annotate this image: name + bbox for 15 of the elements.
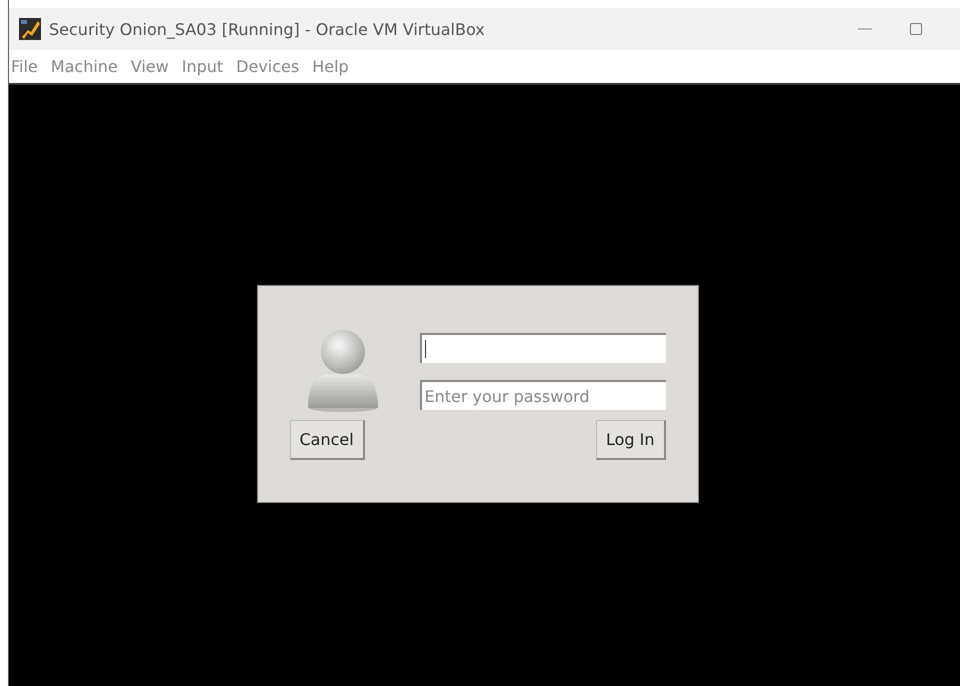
minimize-icon[interactable] [858, 28, 872, 30]
menu-item[interactable]: View [130, 57, 169, 76]
menu-item[interactable]: Help [312, 57, 349, 76]
app-icon [19, 18, 41, 40]
login-button[interactable]: Log In [596, 420, 666, 460]
menu-item[interactable]: Devices [236, 57, 300, 76]
username-field[interactable] [420, 333, 666, 363]
menu-item[interactable]: Machine [50, 57, 118, 76]
window-title: Security Onion_SA03 [Running] - Oracle VM VirtualBox [49, 20, 485, 38]
menu-item[interactable]: Input [182, 57, 224, 76]
maximize-icon[interactable] [910, 23, 922, 35]
menu-item[interactable]: File [11, 57, 38, 76]
cancel-button[interactable]: Cancel [290, 420, 365, 460]
user-icon [306, 328, 380, 412]
password-field[interactable]: Enter your password [420, 380, 666, 410]
